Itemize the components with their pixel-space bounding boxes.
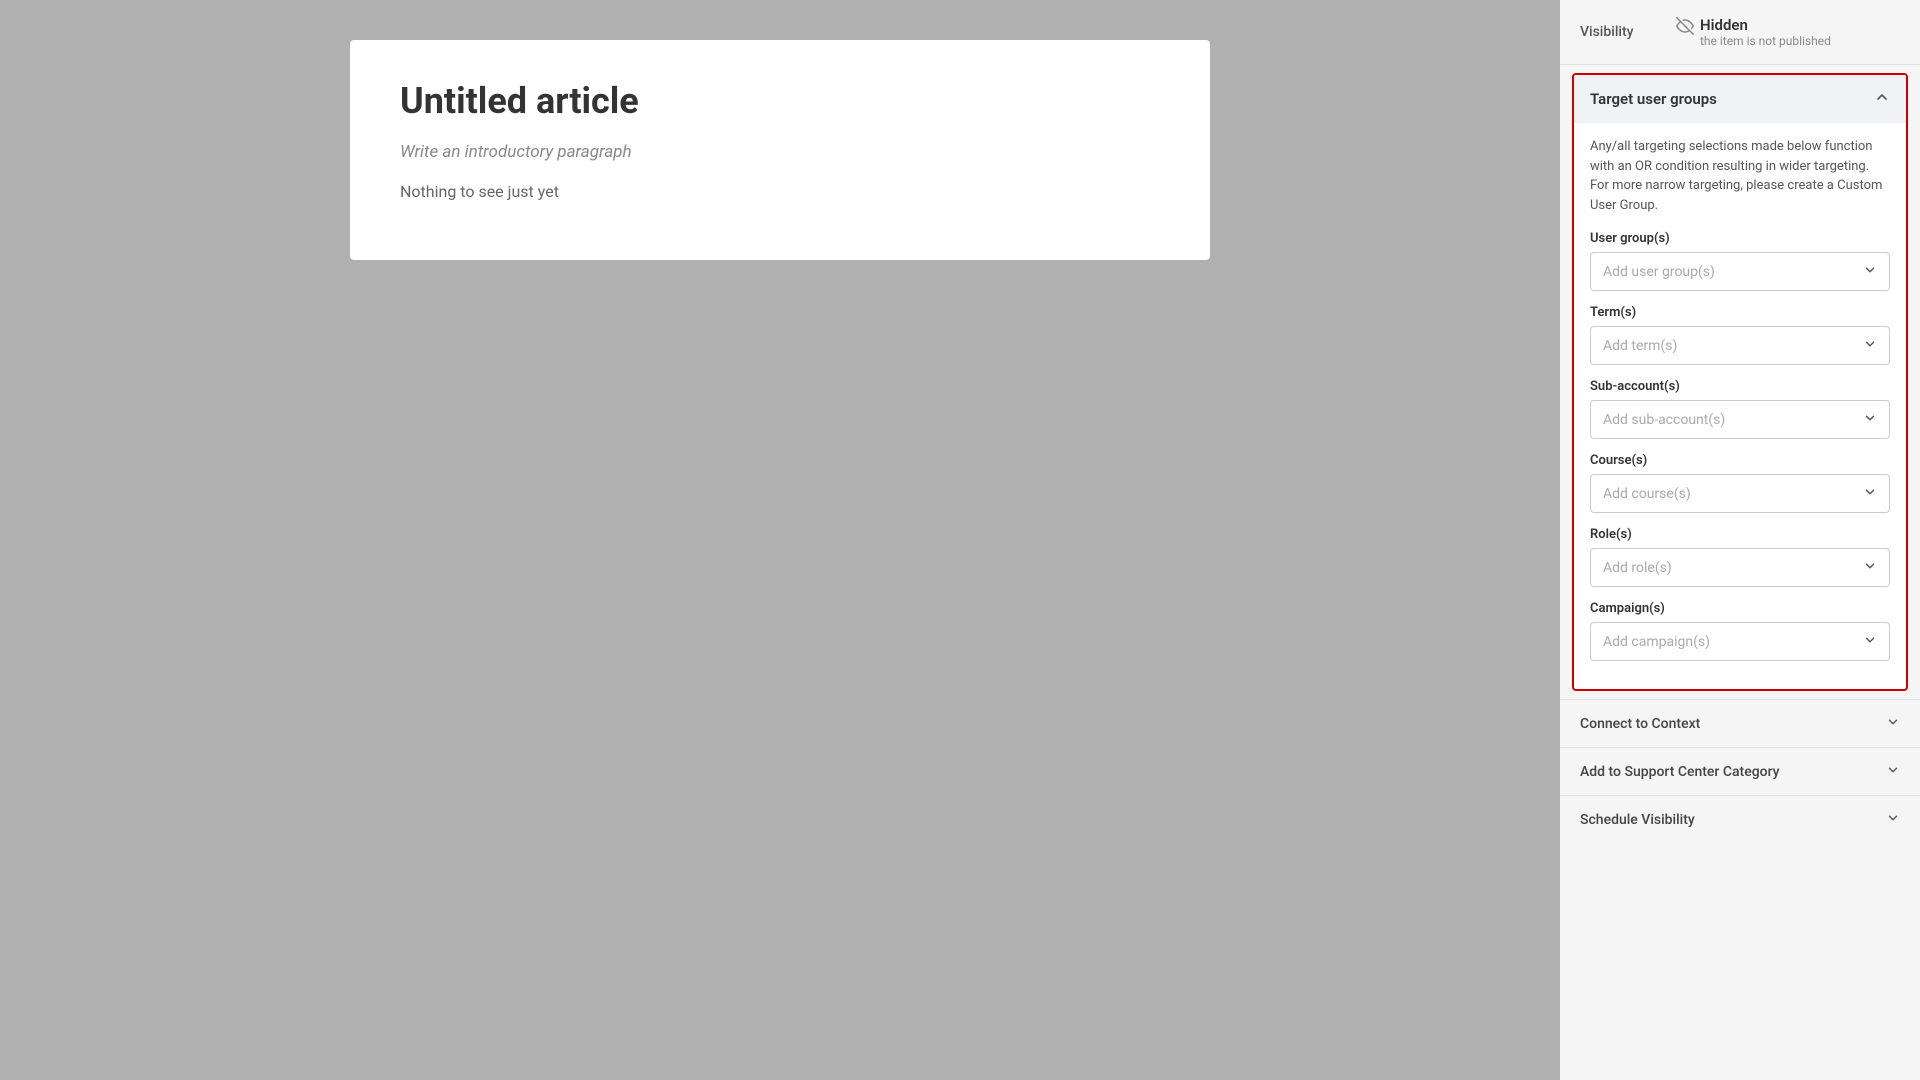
- article-title: Untitled article: [400, 80, 1160, 122]
- article-intro: Write an introductory paragraph: [400, 142, 1160, 162]
- courses-label: Course(s): [1590, 453, 1890, 468]
- campaigns-placeholder: Add campaign(s): [1603, 634, 1710, 650]
- schedule-visibility-chevron-icon: [1886, 810, 1900, 829]
- visibility-status: Hidden the item is not published: [1676, 16, 1831, 48]
- sub-accounts-placeholder: Add sub-account(s): [1603, 412, 1725, 428]
- support-center-label: Add to Support Center Category: [1580, 764, 1780, 780]
- schedule-visibility-section[interactable]: Schedule Visibility: [1560, 795, 1920, 843]
- connect-to-context-label: Connect to Context: [1580, 716, 1700, 732]
- target-panel-body: Any/all targeting selections made below …: [1574, 123, 1906, 689]
- user-groups-dropdown[interactable]: Add user group(s): [1590, 252, 1890, 291]
- user-groups-placeholder: Add user group(s): [1603, 264, 1715, 280]
- right-sidebar: Visibility Hidden the item is not publis…: [1560, 0, 1920, 1080]
- campaigns-label: Campaign(s): [1590, 601, 1890, 616]
- hidden-eye-icon: [1676, 17, 1694, 39]
- roles-chevron-icon: [1863, 558, 1877, 577]
- target-user-groups-panel: Target user groups Any/all targeting sel…: [1572, 73, 1908, 691]
- target-panel-header[interactable]: Target user groups: [1574, 75, 1906, 123]
- terms-chevron-icon: [1863, 336, 1877, 355]
- support-center-chevron-icon: [1886, 762, 1900, 781]
- chevron-up-icon: [1874, 89, 1890, 109]
- terms-label: Term(s): [1590, 305, 1890, 320]
- user-groups-chevron-icon: [1863, 262, 1877, 281]
- courses-field: Course(s) Add course(s): [1590, 453, 1890, 513]
- sub-accounts-label: Sub-account(s): [1590, 379, 1890, 394]
- terms-placeholder: Add term(s): [1603, 338, 1677, 354]
- schedule-visibility-label: Schedule Visibility: [1580, 812, 1695, 828]
- support-center-category-section[interactable]: Add to Support Center Category: [1560, 747, 1920, 795]
- sub-accounts-chevron-icon: [1863, 410, 1877, 429]
- roles-label: Role(s): [1590, 527, 1890, 542]
- roles-field: Role(s) Add role(s): [1590, 527, 1890, 587]
- main-content-area: Untitled article Write an introductory p…: [0, 0, 1560, 1080]
- target-panel-description: Any/all targeting selections made below …: [1590, 137, 1890, 215]
- courses-dropdown[interactable]: Add course(s): [1590, 474, 1890, 513]
- campaigns-chevron-icon: [1863, 632, 1877, 651]
- hidden-status-subtitle: the item is not published: [1700, 34, 1831, 48]
- sub-accounts-dropdown[interactable]: Add sub-account(s): [1590, 400, 1890, 439]
- user-groups-field: User group(s) Add user group(s): [1590, 231, 1890, 291]
- connect-context-chevron-icon: [1886, 714, 1900, 733]
- courses-chevron-icon: [1863, 484, 1877, 503]
- hidden-status-title: Hidden: [1700, 16, 1831, 34]
- target-panel-title: Target user groups: [1590, 90, 1717, 108]
- visibility-row: Visibility Hidden the item is not publis…: [1560, 0, 1920, 65]
- hidden-text-block: Hidden the item is not published: [1700, 16, 1831, 48]
- user-groups-label: User group(s): [1590, 231, 1890, 246]
- roles-placeholder: Add role(s): [1603, 560, 1672, 576]
- terms-dropdown[interactable]: Add term(s): [1590, 326, 1890, 365]
- roles-dropdown[interactable]: Add role(s): [1590, 548, 1890, 587]
- visibility-label: Visibility: [1580, 24, 1660, 40]
- campaigns-dropdown[interactable]: Add campaign(s): [1590, 622, 1890, 661]
- sub-accounts-field: Sub-account(s) Add sub-account(s): [1590, 379, 1890, 439]
- article-empty-state: Nothing to see just yet: [400, 182, 1160, 201]
- campaigns-field: Campaign(s) Add campaign(s): [1590, 601, 1890, 661]
- connect-to-context-section[interactable]: Connect to Context: [1560, 699, 1920, 747]
- terms-field: Term(s) Add term(s): [1590, 305, 1890, 365]
- courses-placeholder: Add course(s): [1603, 486, 1691, 502]
- article-card: Untitled article Write an introductory p…: [350, 40, 1210, 260]
